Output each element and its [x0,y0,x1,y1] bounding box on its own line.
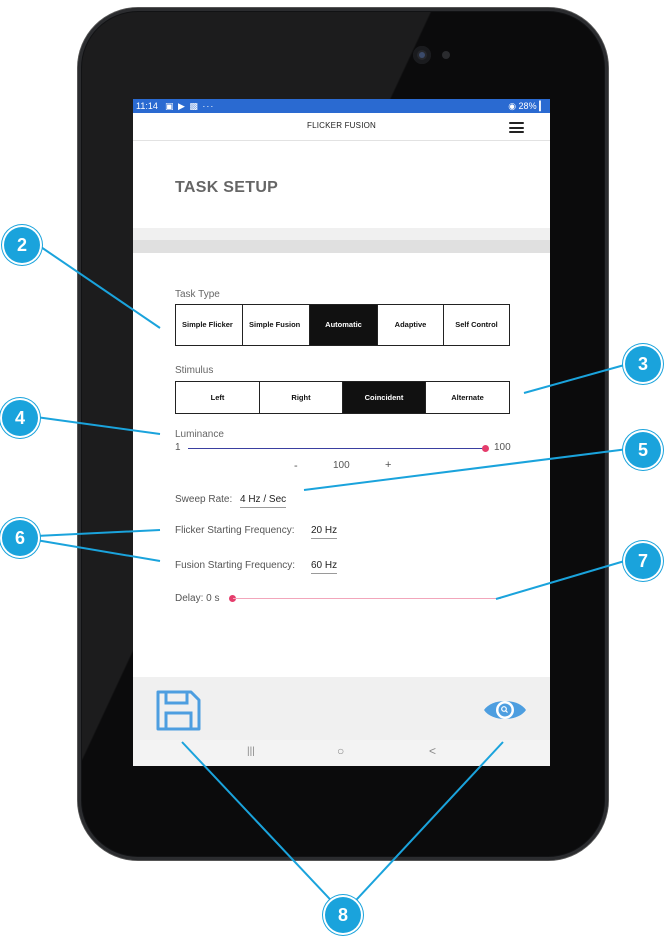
callout-2: 2 [4,227,40,263]
eye-icon[interactable] [482,695,528,725]
callout-8: 8 [325,897,361,933]
front-camera-icon [413,46,431,64]
sweep-rate-label: Sweep Rate: [175,494,233,505]
luminance-max-label: 100 [494,442,511,453]
task-type-label: Task Type [175,289,220,300]
luminance-min-label: 1 [175,442,181,453]
back-button[interactable]: < [429,744,436,758]
battery-indicator: ◉ 28% ▎ [508,101,546,111]
status-bar: 11:14 ▣ ▶ ▩ ··· ◉ 28% ▎ [133,99,550,113]
section-divider-light [133,228,550,240]
task-type-adaptive[interactable]: Adaptive [378,305,444,345]
task-type-self-control[interactable]: Self Control [444,305,509,345]
callout-5: 5 [625,432,661,468]
luminance-label: Luminance [175,429,224,440]
stimulus-coincident[interactable]: Coincident [343,382,426,413]
stimulus-right[interactable]: Right [260,382,343,413]
recents-button[interactable]: ||| [247,746,255,757]
sweep-rate-field[interactable]: 4 Hz / Sec [240,494,287,508]
fusion-start-label: Fusion Starting Frequency: [175,560,296,571]
app-screen: 11:14 ▣ ▶ ▩ ··· ◉ 28% ▎ FLICKER FUSION T… [133,99,550,766]
stimulus-left[interactable]: Left [176,382,260,413]
callout-3: 3 [625,346,661,382]
app-title: FLICKER FUSION [306,121,377,130]
fusion-start-field[interactable]: 60 Hz [311,560,338,574]
hamburger-icon[interactable] [509,122,524,133]
delay-label: Delay: 0 s [175,593,220,604]
stimulus-selector: Left Right Coincident Alternate [175,381,510,414]
flicker-start-field[interactable]: 20 Hz [311,525,338,539]
luminance-slider-thumb[interactable] [481,445,489,452]
system-nav-bar: ||| ○ < [133,740,550,766]
callout-4: 4 [2,400,38,436]
light-sensor [442,51,450,59]
task-type-simple-flicker[interactable]: Simple Flicker [176,305,243,345]
stimulus-label: Stimulus [175,365,214,376]
app-bar: FLICKER FUSION [133,113,550,141]
page-title: TASK SETUP [175,179,279,196]
callout-7: 7 [625,543,661,579]
status-time: 11:14 [136,101,158,111]
task-type-automatic[interactable]: Automatic [310,305,378,345]
section-divider-dark [133,240,550,253]
floppy-disk-icon[interactable] [155,689,202,732]
luminance-decrement-button[interactable]: - [294,460,298,472]
stimulus-alternate[interactable]: Alternate [426,382,509,413]
notification-icons: ▣ ▶ ▩ ··· [165,101,215,111]
bottom-action-bar [133,677,550,740]
luminance-increment-button[interactable]: + [385,459,391,471]
task-type-simple-fusion[interactable]: Simple Fusion [243,305,310,345]
luminance-slider-track[interactable] [188,448,485,449]
flicker-start-label: Flicker Starting Frequency: [175,525,295,536]
home-button[interactable]: ○ [337,744,344,758]
luminance-value: 100 [333,460,350,471]
task-type-selector: Simple Flicker Simple Fusion Automatic A… [175,304,510,346]
delay-slider-track[interactable] [233,598,501,599]
callout-6: 6 [2,520,38,556]
